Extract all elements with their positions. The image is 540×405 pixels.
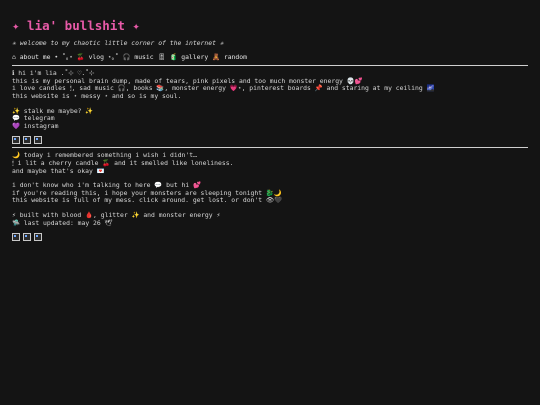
social-heading: ✨ stalk me maybe? ✨ xyxy=(12,106,94,115)
post-section: 🌙 today i remembered something i wish i … xyxy=(12,152,528,205)
broken-image-icon xyxy=(12,233,20,242)
nav-random[interactable]: random xyxy=(224,53,247,61)
divider xyxy=(12,65,528,67)
social-section: ✨ stalk me maybe? ✨ 💬 telegram 💜 instagr… xyxy=(12,106,528,131)
divider xyxy=(12,147,528,149)
nav-vlog[interactable]: ˚｡⋆ 🍒 vlog ⋆｡˚ xyxy=(62,53,119,61)
page: ✦ lia' bullshit ✦ ✳ welcome to my chaoti… xyxy=(12,14,528,242)
site-title: ✦ lia' bullshit ✦ xyxy=(12,18,140,33)
post-line: and maybe that's okay 💌 xyxy=(12,166,105,175)
broken-image-icon xyxy=(34,233,42,242)
about-section: ℹ hi i'm lia .˚⊹ ♡.˚⊹ this is my persona… xyxy=(12,70,528,100)
broken-image-icon xyxy=(12,136,20,145)
nav-about[interactable]: ⌂ about me xyxy=(12,53,50,61)
broken-image-icon xyxy=(23,136,31,145)
footer: ⚡ built with blood 🩸, glitter ✨ and mons… xyxy=(12,211,528,227)
nav-music[interactable]: 🎧 music 🎚 xyxy=(123,53,166,61)
nav-gallery[interactable]: 🧃 gallery 🧸 xyxy=(169,53,220,61)
image-row xyxy=(12,136,528,145)
image-row xyxy=(12,233,528,242)
about-line: this website is ⋆ messy ⋆ and so is my s… xyxy=(12,91,182,100)
broken-image-icon xyxy=(34,136,42,145)
nav-bar: ⌂ about me • ˚｡⋆ 🍒 vlog ⋆｡˚ 🎧 music 🎚 🧃 … xyxy=(12,52,247,61)
telegram-link[interactable]: 💬 telegram xyxy=(12,115,528,123)
post-line: this website is full of my mess. click a… xyxy=(12,196,283,205)
last-updated: 🛸 last updated: may 26 🕊 xyxy=(12,218,113,227)
instagram-link[interactable]: 💜 instagram xyxy=(12,122,528,131)
site-subtitle: ✳ welcome to my chaotic little corner of… xyxy=(12,39,224,47)
broken-image-icon xyxy=(23,233,31,242)
